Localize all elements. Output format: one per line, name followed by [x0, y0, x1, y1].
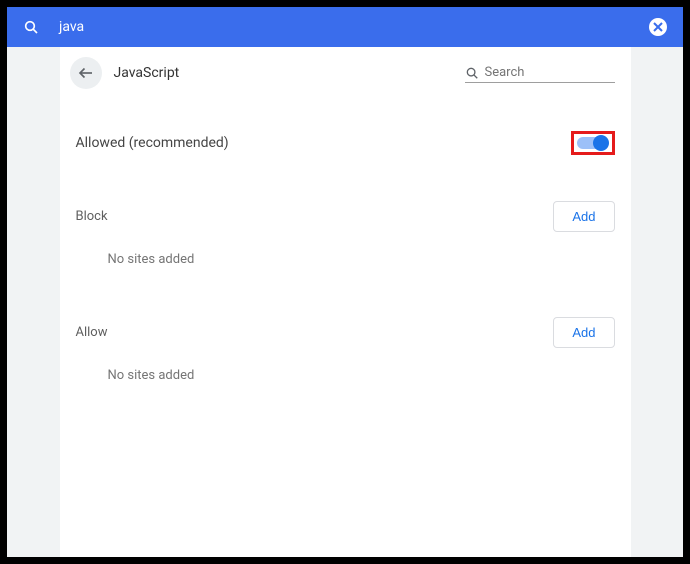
- allow-empty-text: No sites added: [60, 362, 631, 401]
- highlight-box: [571, 131, 615, 155]
- search-icon: [23, 19, 39, 35]
- allow-section-header: Allow Add: [60, 303, 631, 362]
- block-title: Block: [76, 209, 554, 224]
- panel-search-placeholder: Search: [485, 65, 525, 80]
- search-icon: [465, 66, 479, 80]
- block-empty-text: No sites added: [60, 246, 631, 285]
- toggle-knob: [593, 135, 609, 151]
- allow-title: Allow: [76, 325, 554, 340]
- close-search-button[interactable]: [649, 18, 667, 36]
- allowed-label: Allowed (recommended): [76, 135, 571, 151]
- allow-add-button[interactable]: Add: [553, 317, 614, 348]
- panel-search-input[interactable]: Search: [465, 63, 615, 83]
- top-search-query[interactable]: java: [59, 19, 649, 35]
- app-frame: java JavaScript: [7, 7, 683, 557]
- content-wrap: JavaScript Search Allowed (recommended): [7, 47, 683, 557]
- close-icon: [653, 22, 663, 32]
- allowed-toggle[interactable]: [577, 137, 607, 149]
- panel-header: JavaScript Search: [60, 47, 631, 99]
- arrow-left-icon: [77, 64, 95, 82]
- page-title: JavaScript: [114, 65, 180, 81]
- top-search-bar: java: [7, 7, 683, 47]
- block-add-button[interactable]: Add: [553, 201, 614, 232]
- back-button[interactable]: [70, 57, 102, 89]
- settings-panel: JavaScript Search Allowed (recommended): [60, 47, 631, 557]
- allowed-row: Allowed (recommended): [60, 117, 631, 169]
- block-section-header: Block Add: [60, 187, 631, 246]
